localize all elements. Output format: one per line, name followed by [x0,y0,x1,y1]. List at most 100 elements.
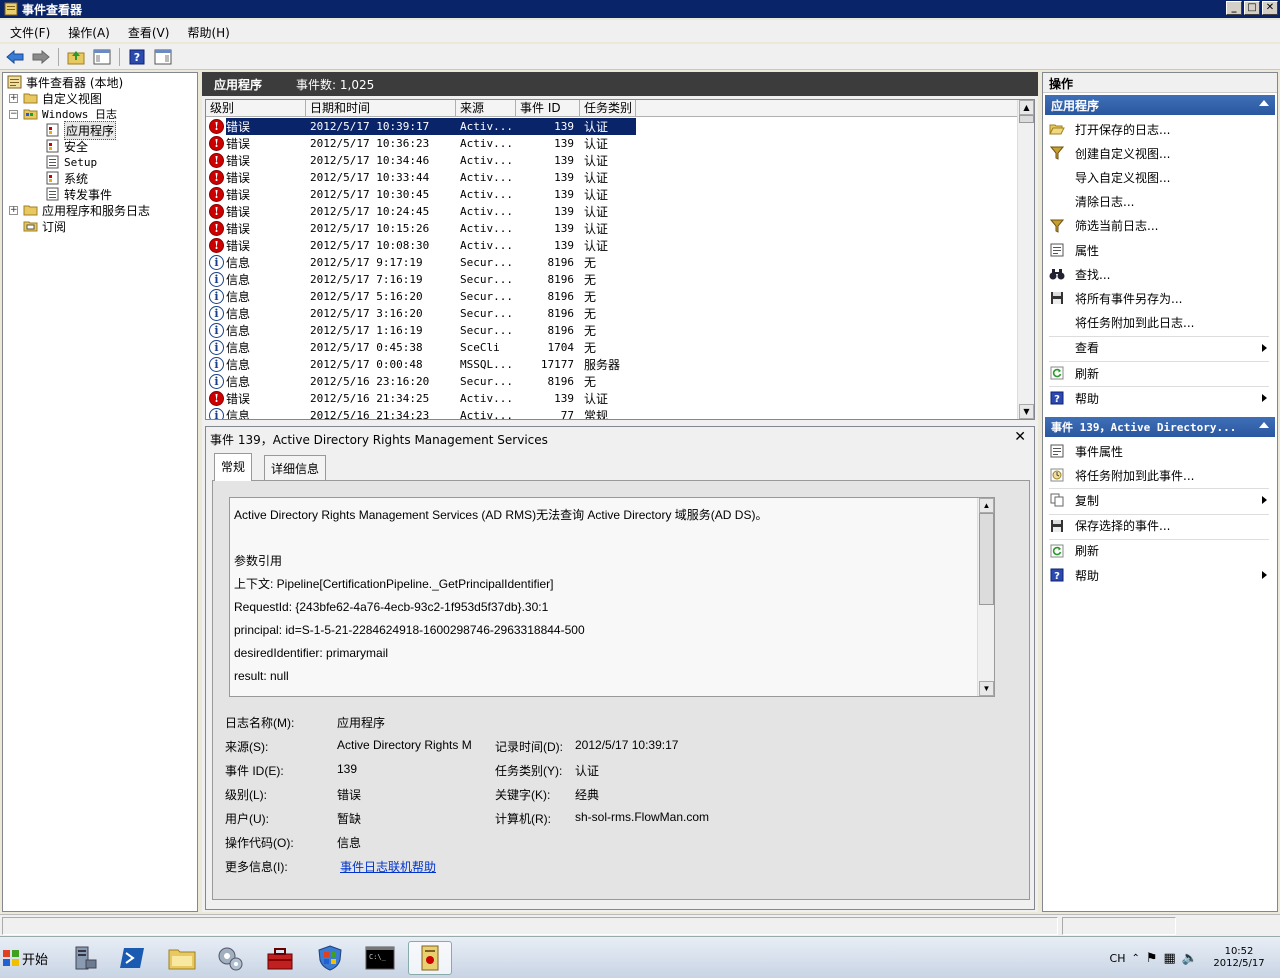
scroll-down-button[interactable]: ▼ [979,681,994,696]
maximize-button[interactable]: □ [1244,1,1260,15]
column-event-id[interactable]: 事件 ID [516,100,580,117]
table-row[interactable]: i 信息 2012/5/16 23:16:20 Secur... 8196 无 [206,373,1018,390]
action-item-items1-5[interactable]: 属性 [1047,239,1273,261]
table-row[interactable]: ! 错误 2012/5/17 10:33:44 Activ... 139 认证 [206,169,1018,186]
action-item-items1-0[interactable]: 打开保存的日志... [1047,118,1273,140]
scroll-down-button[interactable]: ▼ [1019,404,1034,419]
column-datetime[interactable]: 日期和时间 [306,100,456,117]
tree-node-forwarded[interactable]: 转发事件 [45,186,112,202]
show-hidden-icons-icon[interactable]: ⌃ [1131,953,1139,964]
tree-node-root[interactable]: 事件查看器 (本地) [7,74,123,90]
actions-section-event[interactable]: 事件 139，Active Directory... [1045,417,1275,437]
show-hide-action-pane-button[interactable] [152,47,174,67]
table-row[interactable]: ! 错误 2012/5/17 10:30:45 Activ... 139 认证 [206,186,1018,203]
show-hide-tree-button[interactable] [91,47,113,67]
back-button[interactable] [4,47,26,67]
table-row[interactable]: i 信息 2012/5/17 3:16:20 Secur... 8196 无 [206,305,1018,322]
table-row[interactable]: ! 错误 2012/5/17 10:15:26 Activ... 139 认证 [206,220,1018,237]
action-item-items1-8[interactable]: 将任务附加到此日志... [1047,312,1273,334]
table-row[interactable]: i 信息 2012/5/16 21:34:23 Activ... 77 常规 [206,407,1018,419]
action-item-items2-4[interactable]: 刷新 [1047,540,1273,562]
taskbar-powershell[interactable] [110,941,154,975]
action-item-items1-9[interactable]: 查看 [1047,337,1273,359]
table-row[interactable]: i 信息 2012/5/17 5:16:20 Secur... 8196 无 [206,288,1018,305]
tree-node-app-service-logs[interactable]: + 应用程序和服务日志 [9,202,150,218]
table-row[interactable]: i 信息 2012/5/17 9:17:19 Secur... 8196 无 [206,254,1018,271]
start-button[interactable]: 开始 [2,945,48,971]
menu-file[interactable]: 文件(F) [0,22,58,41]
scroll-thumb[interactable] [979,513,994,605]
forward-arrow-icon [32,49,50,64]
minimize-button[interactable]: _ [1226,1,1242,15]
action-item-items2-0[interactable]: 事件属性 [1047,440,1273,462]
menu-action[interactable]: 操作(A) [58,22,118,41]
event-description[interactable]: Active Directory Rights Management Servi… [229,497,995,697]
action-item-items1-10[interactable]: 刷新 [1047,362,1273,384]
table-row[interactable]: i 信息 2012/5/17 7:16:19 Secur... 8196 无 [206,271,1018,288]
table-row[interactable]: i 信息 2012/5/17 0:45:38 SceCli 1704 无 [206,339,1018,356]
tab-general[interactable]: 常规 [214,453,253,481]
action-item-items1-1[interactable]: 创建自定义视图... [1047,142,1273,164]
taskbar-explorer[interactable] [160,941,204,975]
action-item-items1-3[interactable]: 清除日志... [1047,191,1273,213]
clock[interactable]: 10:52 2012/5/17 [1204,946,1274,970]
language-indicator[interactable]: CH [1110,952,1126,965]
action-item-items2-5[interactable]: ? 帮助 [1047,564,1273,586]
events-grid[interactable]: 级别 日期和时间 来源 事件 ID 任务类别 ! 错误 2012/5/17 10:3… [205,99,1035,420]
action-item-items1-6[interactable]: 查找... [1047,263,1273,285]
collapse-icon[interactable]: − [9,109,18,119]
action-item-items1-4[interactable]: 筛选当前日志... [1047,215,1273,237]
taskbar-toolbox[interactable] [258,941,302,975]
action-item-items1-7[interactable]: 将所有事件另存为... [1047,287,1273,309]
table-row[interactable]: ! 错误 2012/5/17 10:24:45 Activ... 139 认证 [206,203,1018,220]
action-item-items2-2[interactable]: 复制 [1047,489,1273,511]
actions-section-application[interactable]: 应用程序 [1045,95,1275,115]
online-help-link[interactable]: 事件日志联机帮助 [340,860,436,874]
menu-help[interactable]: 帮助(H) [177,22,237,41]
scroll-thumb[interactable] [1019,115,1034,123]
column-source[interactable]: 来源 [456,100,516,117]
collapse-section-icon[interactable] [1259,100,1269,106]
tree-node-security[interactable]: 安全 [45,138,88,154]
volume-icon[interactable]: 🔈 [1182,951,1198,966]
collapse-section-icon[interactable] [1259,422,1269,428]
expand-icon[interactable]: + [9,93,18,103]
forward-button[interactable] [30,47,52,67]
table-row[interactable]: ! 错误 2012/5/17 10:08:30 Activ... 139 认证 [206,237,1018,254]
taskbar-command-prompt[interactable]: C:\_ [358,941,402,975]
taskbar-event-viewer[interactable] [408,941,452,975]
scroll-up-button[interactable]: ▲ [1019,100,1034,115]
tree-node-subscriptions[interactable]: 订阅 [23,218,66,234]
table-row[interactable]: i 信息 2012/5/17 1:16:19 Secur... 8196 无 [206,322,1018,339]
column-level[interactable]: 级别 [206,100,306,117]
tab-details[interactable]: 详细信息 [264,455,327,480]
taskbar-services[interactable] [208,941,252,975]
taskbar-server-manager[interactable] [62,941,106,975]
table-row[interactable]: ! 错误 2012/5/17 10:36:23 Activ... 139 认证 [206,135,1018,152]
menu-view[interactable]: 查看(V) [118,22,178,41]
tree-node-system[interactable]: 系统 [45,170,88,186]
close-button[interactable]: ✕ [1262,1,1278,15]
table-row[interactable]: ! 错误 2012/5/17 10:34:46 Activ... 139 认证 [206,152,1018,169]
expand-icon[interactable]: + [9,205,18,215]
close-detail-icon[interactable]: ✕ [1014,429,1026,445]
table-row[interactable]: ! 错误 2012/5/16 21:34:25 Activ... 139 认证 [206,390,1018,407]
action-item-items2-1[interactable]: 将任务附加到此事件... [1047,464,1273,486]
grid-scrollbar[interactable]: ▲ ▼ [1017,100,1034,419]
table-row[interactable]: ! 错误 2012/5/17 10:39:17 Activ... 139 认证 [206,118,1018,135]
action-item-items2-3[interactable]: 保存选择的事件... [1047,515,1273,537]
column-task-category[interactable]: 任务类别 [580,100,636,117]
description-scrollbar[interactable]: ▲ ▼ [977,498,994,696]
action-item-items1-11[interactable]: ? 帮助 [1047,387,1273,409]
help-button[interactable]: ? [126,47,148,67]
table-row[interactable]: i 信息 2012/5/17 0:00:48 MSSQL... 17177 服务器 [206,356,1018,373]
up-folder-button[interactable] [65,47,87,67]
tree-node-custom-views[interactable]: + 自定义视图 [9,90,102,106]
tree-node-setup[interactable]: Setup [45,154,97,170]
taskbar-security[interactable] [308,941,352,975]
tree-node-application[interactable]: 应用程序 [45,120,117,140]
network-icon[interactable]: ▦ [1164,951,1176,966]
scroll-up-button[interactable]: ▲ [979,498,994,513]
action-item-items1-2[interactable]: 导入自定义视图... [1047,166,1273,188]
action-center-flag-icon[interactable]: ⚑ [1146,951,1158,966]
